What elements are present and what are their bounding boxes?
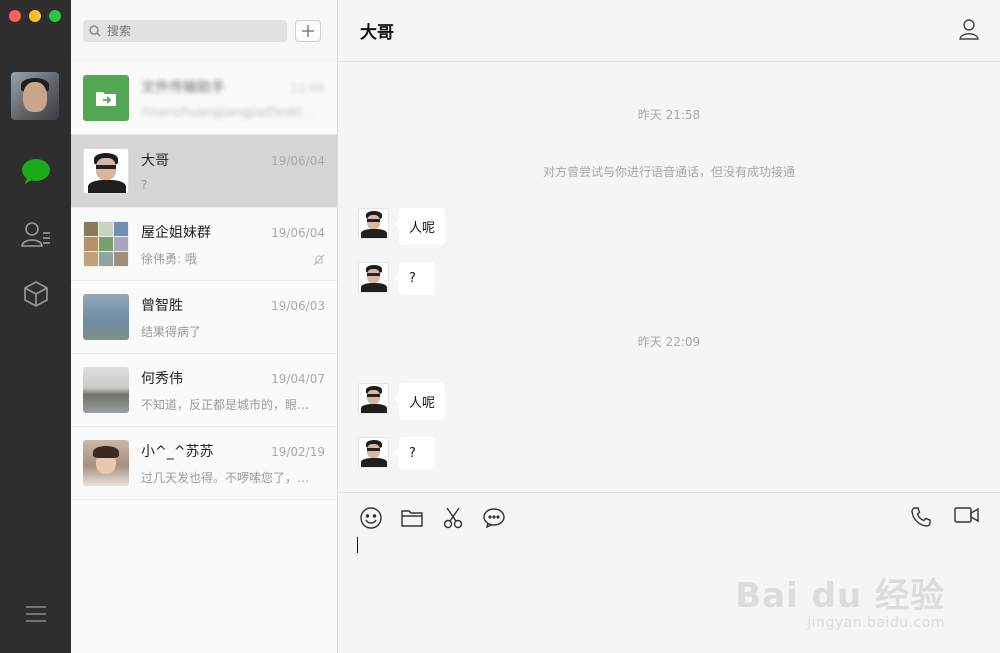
chat-pane: 大哥 昨天 21:58 对方曾尝试与你进行语音通话，但没有成功接通 人呢 ? 昨… bbox=[338, 0, 1000, 653]
system-notice: 对方曾尝试与你进行语音通话，但没有成功接通 bbox=[542, 165, 795, 179]
conversation-time: 19/06/03 bbox=[271, 298, 325, 313]
group-avatar bbox=[83, 221, 129, 267]
conversation-name: 文件传输助手 bbox=[141, 80, 225, 96]
conversation-time: 19/02/19 bbox=[271, 444, 325, 459]
search-input[interactable] bbox=[105, 23, 279, 39]
message: 人呢 bbox=[358, 383, 446, 420]
baidu-watermark: Bai du 经验 jingyan.baidu.com bbox=[735, 568, 945, 631]
wechat-window: 文件传输助手 11:46 /Users/huangjiangjia/Desktop… bbox=[0, 0, 1000, 653]
avatar bbox=[83, 367, 129, 413]
conversation-name: 大哥 bbox=[141, 153, 169, 169]
conversation-list: 文件传输助手 11:46 /Users/huangjiangjia/Desktop… bbox=[71, 0, 338, 653]
menu-icon[interactable] bbox=[20, 598, 52, 630]
message-bubble[interactable]: ? bbox=[394, 437, 435, 470]
message-bubble[interactable]: 人呢 bbox=[393, 383, 446, 420]
list-item[interactable]: 何秀伟 19/04/07 不知道，反正都是城市的，眼… bbox=[71, 354, 337, 427]
mute-bell-icon bbox=[313, 254, 325, 266]
conversation-preview: 徐伟勇: 哦 bbox=[141, 251, 197, 266]
plus-icon bbox=[302, 25, 314, 37]
left-rail bbox=[0, 0, 71, 653]
timestamp: 昨天 21:58 bbox=[637, 108, 701, 122]
search-box[interactable] bbox=[83, 20, 287, 42]
list-item[interactable]: 屋企姐妹群 19/06/04 徐伟勇: 哦 bbox=[71, 208, 337, 281]
conversation-name: 屋企姐妹群 bbox=[141, 224, 211, 241]
conversation-time: 19/06/04 bbox=[271, 225, 325, 240]
phone-icon[interactable] bbox=[910, 506, 932, 532]
message: ? bbox=[358, 262, 435, 295]
avatar[interactable] bbox=[358, 262, 389, 293]
message-list: 昨天 21:58 对方曾尝试与你进行语音通话，但没有成功接通 人呢 ? 昨天 2… bbox=[338, 62, 1000, 492]
conversation-preview: /Users/huangjiangjia/Desktop/... bbox=[141, 105, 317, 119]
call-buttons bbox=[910, 506, 980, 532]
message: ? bbox=[358, 437, 435, 470]
chat-title: 大哥 bbox=[360, 23, 394, 43]
avatar bbox=[83, 148, 129, 194]
search-bar bbox=[71, 0, 337, 62]
file-transfer-avatar bbox=[83, 75, 129, 121]
text-cursor bbox=[357, 537, 358, 553]
profile-icon[interactable] bbox=[958, 18, 980, 44]
avatar[interactable] bbox=[358, 383, 389, 414]
watermark-main: Bai du 经验 bbox=[735, 576, 945, 616]
scissors-icon[interactable] bbox=[441, 507, 464, 530]
conversation-time: 19/06/04 bbox=[271, 154, 325, 168]
add-button[interactable] bbox=[295, 20, 321, 42]
chat-header: 大哥 bbox=[338, 0, 1000, 62]
message-bubble[interactable]: 人呢 bbox=[393, 208, 446, 245]
favorites-box-icon[interactable] bbox=[20, 278, 52, 310]
conversation-time: 19/04/07 bbox=[271, 371, 325, 386]
message-bubble[interactable]: ? bbox=[394, 262, 435, 295]
window-controls bbox=[9, 10, 61, 22]
search-icon bbox=[89, 25, 101, 37]
list-item[interactable]: 曾智胜 19/06/03 结果得病了 bbox=[71, 281, 337, 354]
folder-icon[interactable] bbox=[400, 507, 423, 530]
list-item-selected[interactable]: 大哥 19/06/04 ? bbox=[71, 135, 337, 208]
watermark-sub: jingyan.baidu.com bbox=[807, 615, 945, 631]
conversation-preview: ? bbox=[141, 178, 148, 192]
minimize-window-button[interactable] bbox=[29, 10, 41, 22]
avatar bbox=[83, 440, 129, 486]
conversation-name: 何秀伟 bbox=[141, 370, 183, 387]
conversation-name: 小^_^苏苏 bbox=[141, 443, 214, 460]
close-window-button[interactable] bbox=[9, 10, 21, 22]
avatar[interactable] bbox=[358, 437, 389, 468]
composer-toolbar bbox=[338, 493, 1000, 543]
message: 人呢 bbox=[358, 208, 446, 245]
timestamp: 昨天 22:09 bbox=[637, 335, 701, 349]
emoji-icon[interactable] bbox=[359, 507, 382, 530]
avatar bbox=[83, 294, 129, 340]
my-avatar[interactable] bbox=[11, 72, 59, 120]
avatar[interactable] bbox=[358, 208, 389, 239]
conversation-time: 11:46 bbox=[290, 81, 325, 95]
conversation-preview: 过几天发也得。不啰嗦您了，… bbox=[141, 470, 310, 485]
zoom-window-button[interactable] bbox=[49, 10, 61, 22]
contacts-icon[interactable] bbox=[20, 218, 52, 250]
video-icon[interactable] bbox=[954, 506, 980, 532]
list-item[interactable]: 文件传输助手 11:46 /Users/huangjiangjia/Desktop… bbox=[71, 62, 337, 135]
chat-bubble-icon[interactable] bbox=[482, 507, 505, 530]
conversation-name: 曾智胜 bbox=[141, 297, 183, 314]
chat-icon[interactable] bbox=[20, 156, 52, 188]
list-item[interactable]: 小^_^苏苏 19/02/19 过几天发也得。不啰嗦您了，… bbox=[71, 427, 337, 500]
conversation-preview: 不知道，反正都是城市的，眼… bbox=[141, 397, 310, 412]
conversation-preview: 结果得病了 bbox=[141, 324, 202, 339]
